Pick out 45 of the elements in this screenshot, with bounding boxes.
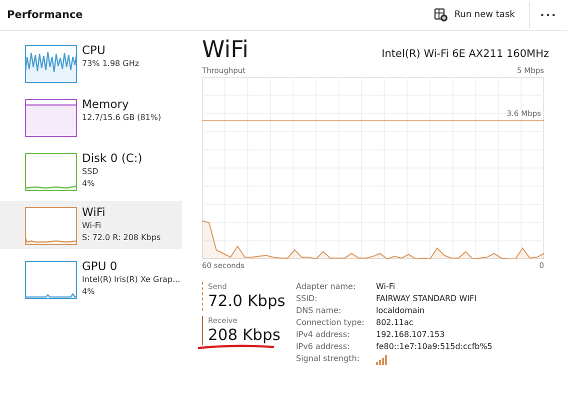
mini-graph bbox=[25, 99, 77, 137]
more-options-button[interactable]: ••• bbox=[530, 6, 567, 24]
detail-label: Connection type: bbox=[296, 318, 366, 327]
device-info: Wi-Fi bbox=[82, 220, 102, 232]
send-rate: 72.0 Kbps bbox=[208, 291, 286, 311]
detail-label: IPv4 address: bbox=[296, 330, 351, 339]
mini-graph bbox=[25, 207, 77, 245]
mini-graph bbox=[25, 45, 77, 83]
detail-label: DNS name: bbox=[296, 306, 342, 315]
detail-label: Signal strength: bbox=[296, 354, 361, 365]
sidebar-item[interactable]: GPU 0 Intel(R) Iris(R) Xe Grap... 4% bbox=[0, 255, 182, 303]
sidebar-item[interactable]: Memory 12.7/15.6 GB (81%) bbox=[0, 93, 182, 141]
device-name: Disk 0 (C:) bbox=[82, 151, 142, 166]
signal-strength-icon bbox=[376, 354, 389, 365]
sidebar-item[interactable]: CPU 73% 1.98 GHz bbox=[0, 39, 182, 87]
receive-rate: 208 Kbps bbox=[208, 325, 282, 345]
device-title: WiFi bbox=[202, 37, 249, 63]
adapter-model: Intel(R) Wi-Fi 6E AX211 160MHz bbox=[382, 48, 549, 60]
device-info: S: 72.0 R: 208 Kbps bbox=[82, 232, 161, 244]
detail-value: 802.11ac bbox=[376, 318, 414, 327]
device-name: WiFi bbox=[82, 205, 106, 220]
page-title: Performance bbox=[7, 9, 83, 21]
device-name: CPU bbox=[82, 43, 106, 58]
device-name: Memory bbox=[82, 97, 130, 112]
mini-graph bbox=[25, 261, 77, 299]
detail-value: FAIRWAY STANDARD WIFI bbox=[376, 294, 478, 303]
device-info: 12.7/15.6 GB (81%) bbox=[82, 112, 162, 124]
sidebar-item[interactable]: Disk 0 (C:) SSD 4% bbox=[0, 147, 182, 195]
device-info: Intel(R) Iris(R) Xe Grap... bbox=[82, 274, 180, 286]
detail-value: 192.168.107.153 bbox=[376, 330, 446, 339]
device-info: 4% bbox=[82, 286, 96, 298]
detail-value: fe80::1e7:10a9:515d:ccfb%5 bbox=[376, 342, 492, 351]
run-new-task-button[interactable]: Run new task bbox=[428, 4, 521, 26]
detail-label: IPv6 address: bbox=[296, 342, 351, 351]
new-task-icon bbox=[434, 8, 448, 22]
device-info: SSD bbox=[82, 166, 100, 178]
device-info: 4% bbox=[82, 178, 96, 190]
device-name: GPU 0 bbox=[82, 259, 118, 274]
sidebar-item[interactable]: WiFi Wi-Fi S: 72.0 R: 208 Kbps bbox=[0, 201, 182, 249]
detail-value: localdomain bbox=[376, 306, 426, 315]
device-info: 73% 1.98 GHz bbox=[82, 58, 140, 70]
detail-label: Adapter name: bbox=[296, 282, 357, 291]
mini-graph bbox=[25, 153, 77, 191]
detail-value: Wi-Fi bbox=[376, 282, 396, 291]
detail-label: SSID: bbox=[296, 294, 318, 303]
